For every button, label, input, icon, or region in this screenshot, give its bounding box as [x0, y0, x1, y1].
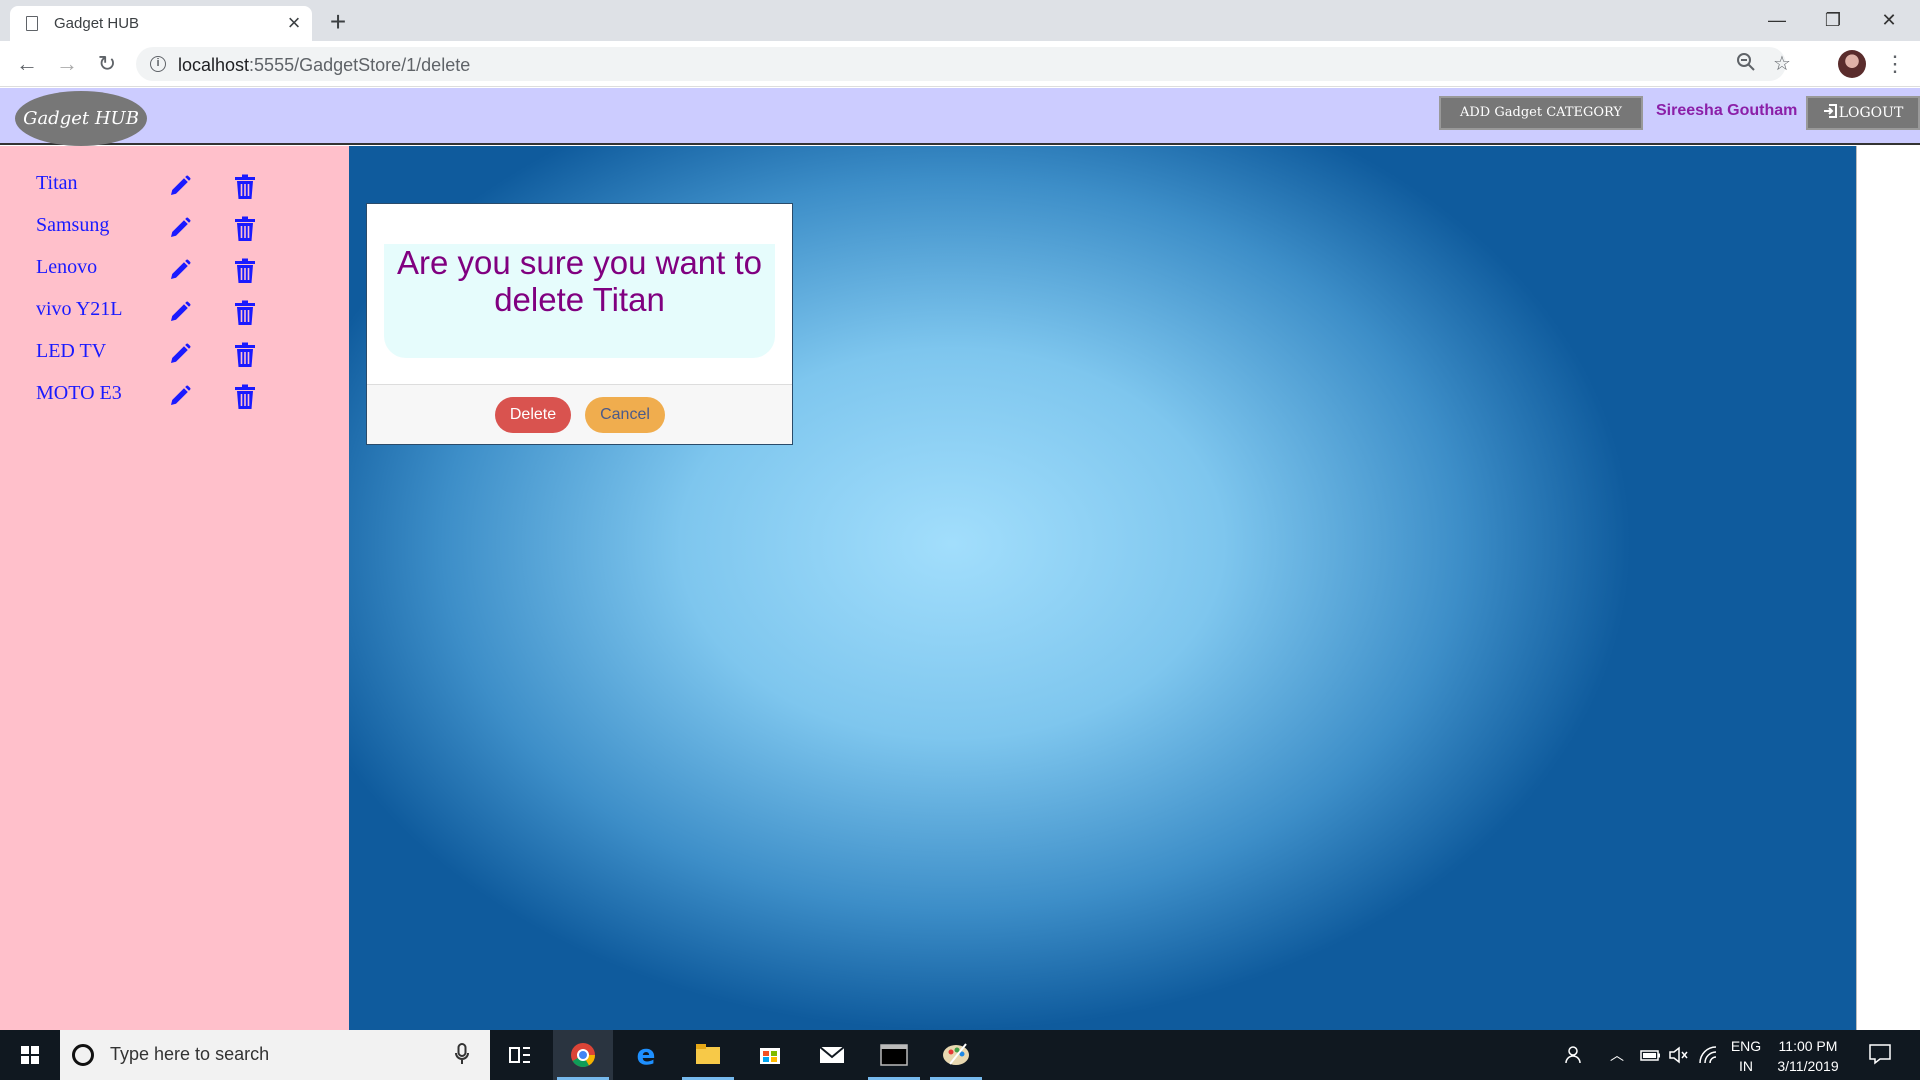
- sidebar-item: Titan: [0, 170, 349, 212]
- delete-button[interactable]: Delete: [495, 397, 571, 433]
- tab-title: Gadget HUB: [54, 15, 140, 32]
- login-icon: [1823, 104, 1837, 118]
- terminal-icon[interactable]: [864, 1030, 924, 1080]
- confirm-message: Are you sure you want to delete Titan: [396, 244, 763, 318]
- edit-icon[interactable]: [168, 216, 192, 240]
- taskbar-search[interactable]: Type here to search: [60, 1030, 490, 1080]
- delete-dialog: Are you sure you want to delete Titan De…: [366, 203, 793, 445]
- chrome-icon[interactable]: [553, 1030, 613, 1080]
- sidebar-item: MOTO E3: [0, 380, 349, 422]
- edit-icon[interactable]: [168, 174, 192, 198]
- language-code: ENG: [1730, 1038, 1762, 1054]
- language-indicator[interactable]: ENG IN: [1726, 1036, 1766, 1076]
- cortana-icon: [72, 1044, 94, 1066]
- reload-icon[interactable]: ↻: [93, 50, 121, 78]
- volume-muted-icon[interactable]: [1668, 1045, 1690, 1070]
- logout-button[interactable]: LOGOUT: [1806, 96, 1920, 130]
- category-link[interactable]: Samsung: [36, 214, 109, 237]
- category-link[interactable]: vivo Y21L: [36, 298, 122, 321]
- forward-icon[interactable]: →: [53, 50, 81, 78]
- sidebar: Titan Samsung Lenovo vivo Y21L LED TV MOTO E3: [0, 146, 349, 1030]
- menu-icon[interactable]: ⋮: [1884, 50, 1906, 78]
- show-hidden-icons-icon[interactable]: ︿: [1610, 1045, 1624, 1065]
- svg-text:e: e: [637, 1038, 656, 1071]
- category-link[interactable]: LED TV: [36, 340, 106, 363]
- trash-icon[interactable]: [234, 342, 256, 368]
- task-view-icon[interactable]: [490, 1030, 550, 1080]
- wifi-icon[interactable]: [1698, 1045, 1718, 1070]
- paint-icon[interactable]: [926, 1030, 986, 1080]
- browser-toolbar: ← → ↻ i localhost:5555/GadgetStore/1/del…: [0, 41, 1920, 87]
- browser-tab-strip: Gadget HUB × + — ❐ ✕: [0, 0, 1920, 41]
- zoom-icon[interactable]: [1734, 52, 1758, 76]
- window-close-icon[interactable]: ✕: [1861, 4, 1917, 36]
- clock[interactable]: 11:00 PM 3/11/2019: [1770, 1036, 1846, 1076]
- category-link[interactable]: Lenovo: [36, 256, 97, 279]
- trash-icon[interactable]: [234, 258, 256, 284]
- url-host: localhost: [178, 55, 250, 75]
- new-tab-icon[interactable]: +: [326, 6, 350, 38]
- info-icon[interactable]: i: [150, 56, 166, 72]
- edge-icon[interactable]: e: [616, 1030, 676, 1080]
- edit-icon[interactable]: [168, 300, 192, 324]
- sidebar-item: Samsung: [0, 212, 349, 254]
- logo[interactable]: Gadget HUB: [15, 91, 147, 146]
- bookmark-star-icon[interactable]: ☆: [1770, 52, 1794, 76]
- microphone-icon[interactable]: [455, 1043, 469, 1071]
- people-icon[interactable]: [1564, 1045, 1584, 1070]
- page-icon: [26, 16, 38, 31]
- close-tab-icon[interactable]: ×: [282, 10, 306, 36]
- app-header: Gadget HUB ADD Gadget CATEGORY Sireesha …: [0, 88, 1920, 146]
- trash-icon[interactable]: [234, 300, 256, 326]
- right-margin: [1856, 146, 1920, 1030]
- notification-icon[interactable]: [1868, 1043, 1892, 1070]
- trash-icon[interactable]: [234, 384, 256, 410]
- sidebar-item: Lenovo: [0, 254, 349, 296]
- browser-tab[interactable]: Gadget HUB ×: [10, 6, 312, 41]
- clock-date: 3/11/2019: [1777, 1058, 1839, 1074]
- sidebar-item: LED TV: [0, 338, 349, 380]
- sidebar-item: vivo Y21L: [0, 296, 349, 338]
- edit-icon[interactable]: [168, 258, 192, 282]
- trash-icon[interactable]: [234, 174, 256, 200]
- edit-icon[interactable]: [168, 384, 192, 408]
- taskbar: Type here to search e ︿ ENG IN 11:00 PM …: [0, 1030, 1920, 1080]
- logout-label: LOGOUT: [1838, 105, 1904, 121]
- restore-icon[interactable]: ❐: [1805, 4, 1861, 36]
- file-explorer-icon[interactable]: [678, 1030, 738, 1080]
- address-bar[interactable]: i localhost:5555/GadgetStore/1/delete ☆: [136, 47, 1791, 81]
- mail-icon[interactable]: [802, 1030, 862, 1080]
- region-code: IN: [1739, 1058, 1753, 1074]
- dialog-footer: Delete Cancel: [367, 384, 792, 444]
- battery-icon[interactable]: [1640, 1045, 1662, 1070]
- category-link[interactable]: Titan: [36, 172, 78, 195]
- trash-icon[interactable]: [234, 216, 256, 242]
- profile-avatar[interactable]: [1838, 50, 1866, 78]
- url-text[interactable]: localhost:5555/GadgetStore/1/delete: [178, 55, 470, 76]
- category-link[interactable]: MOTO E3: [36, 382, 122, 405]
- edit-icon[interactable]: [168, 342, 192, 366]
- back-icon[interactable]: ←: [13, 50, 41, 78]
- cancel-button[interactable]: Cancel: [585, 397, 665, 433]
- add-category-button[interactable]: ADD Gadget CATEGORY: [1439, 96, 1643, 130]
- user-name: Sireesha Goutham: [1656, 102, 1798, 119]
- url-path: :5555/GadgetStore/1/delete: [249, 55, 471, 75]
- windows-start-icon[interactable]: [0, 1030, 60, 1080]
- store-icon[interactable]: [740, 1030, 800, 1080]
- search-placeholder: Type here to search: [110, 1044, 270, 1064]
- minimize-icon[interactable]: —: [1749, 4, 1805, 36]
- dialog-body: Are you sure you want to delete Titan: [384, 244, 775, 358]
- clock-time: 11:00 PM: [1778, 1038, 1838, 1054]
